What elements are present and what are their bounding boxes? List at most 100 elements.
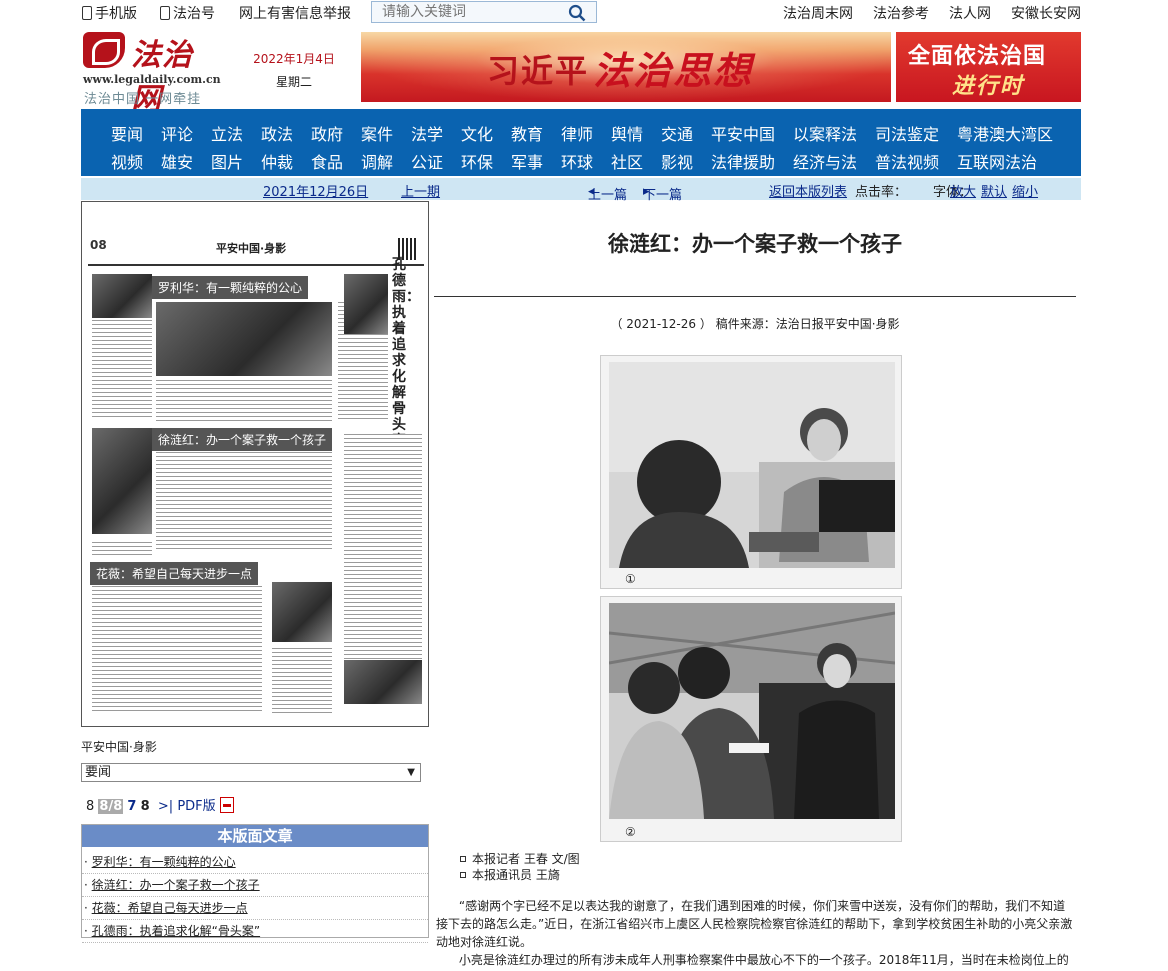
banner1-name: 习近平 [487,52,590,90]
logo-url: www.legaldaily.com.cn [83,73,221,86]
divider [434,296,1076,297]
thumb-photo [92,274,152,318]
figure-2-caption: ② [625,825,636,839]
section-label: 平安中国·身影 [81,740,157,754]
nav-item[interactable]: 经济与法 [793,149,857,173]
nav-item[interactable]: 军事 [511,149,543,173]
search-icon[interactable] [568,4,586,22]
nav-item[interactable]: 以案释法 [793,121,857,145]
nav-item[interactable]: 文化 [461,121,493,145]
credit-correspondent: 本报通讯员 王旖 [472,868,560,882]
banner1-title: 法治思想 [593,48,754,93]
search-input[interactable] [372,2,562,22]
banner2-subtitle: 进行时 [952,73,1025,99]
nav-item[interactable]: 社区 [611,149,643,173]
toplink-cankao[interactable]: 法治参考 [873,3,929,23]
article-link[interactable]: 罗利华：有一颗纯粹的公心 [92,855,236,869]
logo-mark-icon [83,32,125,68]
banner2-title: 全面依法治国 [908,44,1047,69]
list-item: · 罗利华：有一颗纯粹的公心 [82,851,428,874]
thumb-photo [272,582,332,642]
thumb-photo [344,660,422,704]
thumb-header: 08 平安中国·身影 [88,236,424,266]
fazhihao-label: 法治号 [173,6,215,22]
article-date: 2021-12-26 [626,317,697,331]
nav-item[interactable]: 环球 [561,149,593,173]
nav-item[interactable]: 舆情 [611,121,643,145]
toplink-faren[interactable]: 法人网 [949,3,991,23]
pdf-link[interactable]: PDF版 [177,799,215,814]
nav-item[interactable]: 政府 [311,121,343,145]
nav-item[interactable]: 法律援助 [711,149,775,173]
article-link[interactable]: 徐涟红：办一个案子救一个孩子 [92,878,260,892]
logo-slogan: 法治中国 一网牵挂 [84,92,202,107]
article-paragraph: 小亮是徐涟红办理过的所有涉未成年人刑事检察案件中最放心不下的一个孩子。2018年… [458,953,1069,967]
search-box [371,1,597,23]
banner-xi-fazhi[interactable]: 习近平 法治思想 [361,32,891,102]
section-select[interactable]: 要闻 ▼ [81,763,421,782]
phone-icon [82,6,92,20]
report-link[interactable]: 网上有害信息举报 [239,3,351,23]
article-link[interactable]: 孔德雨：执着追求化解“骨头案” [92,924,260,938]
credit-reporter: 本报记者 王春 文/图 [472,852,580,866]
newspaper-page-thumbnail[interactable]: 08 平安中国·身影 罗利华：有一颗纯粹的公心 孔德雨：执着追求化解骨头案 徐涟… [81,201,429,727]
thumb-headline-1[interactable]: 罗利华：有一颗纯粹的公心 [152,276,309,299]
site-logo[interactable]: 法治网 www.legaldaily.com.cn 法治中国 一网牵挂 [81,30,221,117]
article-credits: 本报记者 王春 文/图 本报通讯员 王旖 [460,851,580,883]
pager-page: 8 [86,799,95,814]
back-to-list-link[interactable]: 返回本版列表 [769,181,847,200]
nav-item[interactable]: 评论 [161,121,193,145]
nav-item[interactable]: 环保 [461,149,493,173]
thumb-headline-2[interactable]: 徐涟红：办一个案子救一个孩子 [152,428,333,451]
nav-item[interactable]: 司法鉴定 [875,121,939,145]
nav-item[interactable]: 交通 [661,121,693,145]
nav-item[interactable]: 互联网法治 [957,149,1037,173]
list-item: · 孔德雨：执着追求化解“骨头案” [82,920,428,943]
article-body: “感谢两个字已经不足以表达我的谢意了，在我们遇到困难的时候，你们来雪中送炭，没有… [436,897,1076,971]
nav-item[interactable]: 平安中国 [711,121,775,145]
pdf-icon[interactable] [219,797,234,813]
nav-item[interactable]: 粤港澳大湾区 [957,121,1053,145]
nav-item[interactable]: 政法 [261,121,293,145]
font-large-link[interactable]: 放大 [950,181,976,200]
nav-item[interactable]: 视频 [111,149,143,173]
list-item: · 徐涟红：办一个案子救一个孩子 [82,874,428,897]
current-weekday: 星期二 [275,75,312,89]
issue-toolbar: 2021年12月26日 上一期 ◂ 上一篇 ▸ 下一篇 返回本版列表 点击率： 字体… [81,178,1081,203]
nav-item[interactable]: 调解 [361,149,393,173]
issue-date-link[interactable]: 2021年12月26日 [263,181,368,200]
fazhihao-link[interactable]: 法治号 [160,3,215,23]
nav-item[interactable]: 公证 [411,149,443,173]
nav-item[interactable]: 雄安 [161,149,193,173]
nav-item[interactable]: 仲裁 [261,149,293,173]
banner-yifazhiguo[interactable]: 全面依法治国 进行时 [896,32,1081,102]
thumb-headline-3[interactable]: 花薇：希望自己每天进步一点 [90,562,259,585]
top-bar: 手机版 法治号 网上有害信息举报 法治周末网 法治参考 法人网 安徽长安网 [0,0,1168,24]
nav-item[interactable]: 图片 [211,149,243,173]
nav-item[interactable]: 影视 [661,149,693,173]
pager-link[interactable]: 8 [141,799,150,814]
nav-item[interactable]: 食品 [311,149,343,173]
pager-link[interactable]: 7 [127,799,136,814]
font-small-link[interactable]: 缩小 [1012,181,1038,200]
font-default-link[interactable]: 默认 [981,181,1007,200]
thumb-section: 平安中国·身影 [216,242,287,255]
article-link[interactable]: 花薇：希望自己每天进步一点 [92,901,248,915]
prev-issue-link[interactable]: 上一期 [401,181,440,200]
pager-current: 8/8 [98,799,124,814]
pager-last-link[interactable]: >| [158,799,173,814]
nav-item[interactable]: 要闻 [111,121,143,145]
article-title: 徐涟红：办一个案子救一个孩子 [608,231,902,256]
mobile-link[interactable]: 手机版 [82,3,137,23]
nav-item[interactable]: 法学 [411,121,443,145]
nav-item[interactable]: 案件 [361,121,393,145]
nav-item[interactable]: 普法视频 [875,149,939,173]
nav-item[interactable]: 立法 [211,121,243,145]
nav-item[interactable]: 律师 [561,121,593,145]
article-figure-2: ② [600,596,902,842]
page-pager: 8 8/8 7 8 >| PDF版 [86,795,234,814]
toplink-anhui[interactable]: 安徽长安网 [1011,3,1081,23]
thumb-vertical-headline[interactable]: 孔德雨：执着追求化解骨头案 [392,257,420,449]
nav-item[interactable]: 教育 [511,121,543,145]
toplink-zhoumo[interactable]: 法治周末网 [783,3,853,23]
